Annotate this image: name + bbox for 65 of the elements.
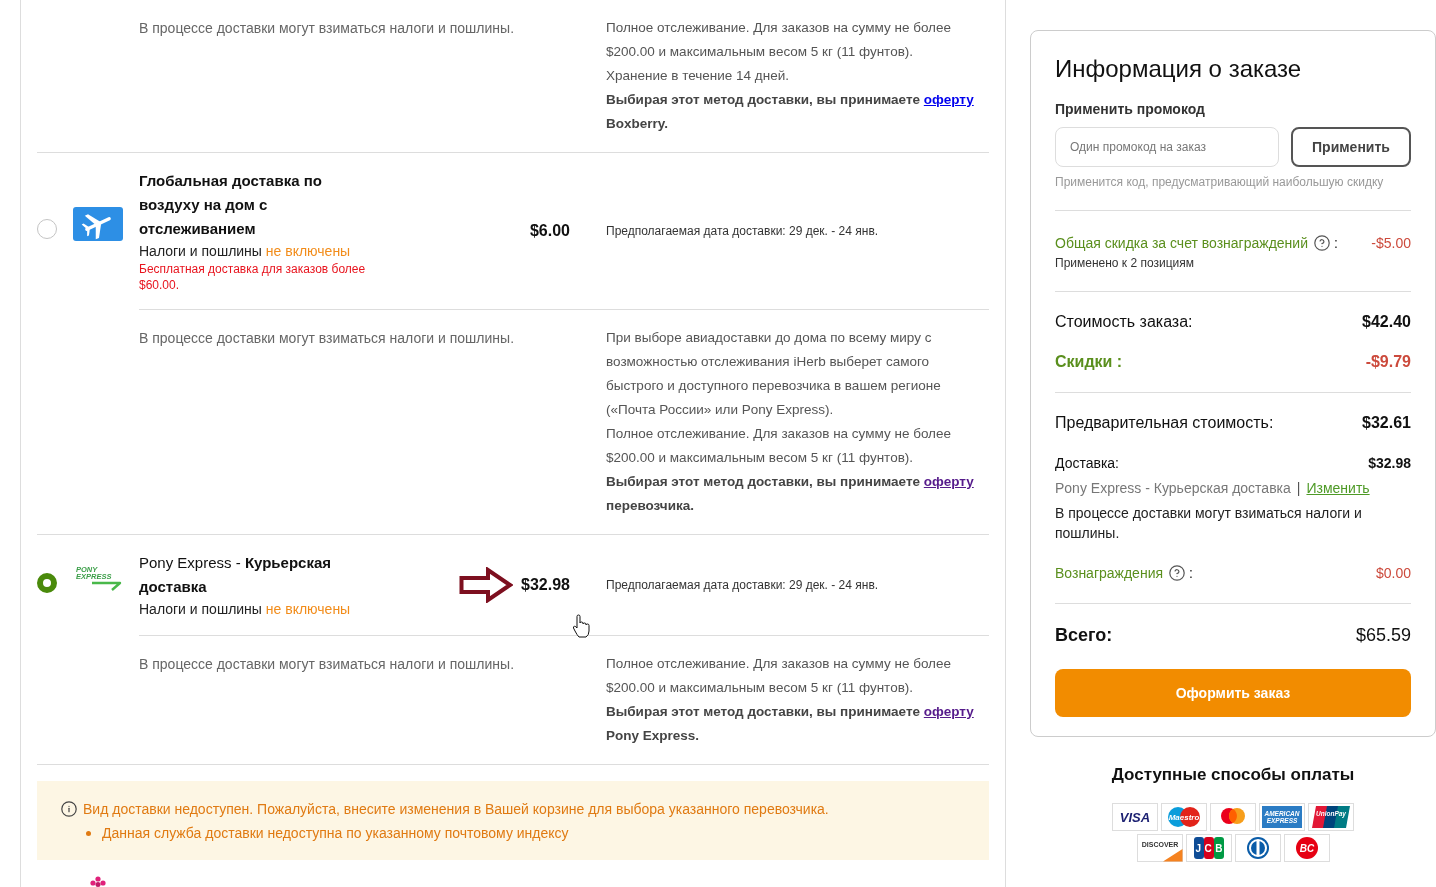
offer-text: Выбирая этот метод доставки, вы принимаете оферту Boxberry. xyxy=(606,91,975,133)
discounts-amount: -$9.79 xyxy=(1365,352,1411,372)
shipping-method: Pony Express - Курьерская доставка xyxy=(1055,479,1291,498)
free-shipping-note: Бесплатная доставка для заказов более $60.00. xyxy=(139,261,367,293)
help-icon[interactable] xyxy=(1169,565,1186,581)
shipping-description: Полное отслеживание. Для заказов на сумму не более $200.00 и максимальным весом 5 кг (11 фунтов). xyxy=(606,19,952,61)
total-amount: $65.59 xyxy=(1355,624,1411,647)
payment-methods-title: Доступные способы оплаты xyxy=(1110,764,1356,786)
delivery-estimate: Предполагаемая дата доставки: 29 дек. - 24 янв. xyxy=(606,577,880,593)
radio-button[interactable] xyxy=(37,219,57,239)
airplane-icon xyxy=(73,207,123,241)
total-label: Всего: xyxy=(1055,624,1113,647)
help-icon[interactable] xyxy=(1314,235,1330,251)
rewards-label: Вознаграждения xyxy=(1055,564,1164,583)
label-colon: : xyxy=(1334,234,1338,253)
shipping-price: $6.00 xyxy=(529,222,570,240)
apply-button[interactable]: Применить xyxy=(1291,127,1411,167)
rewards-discount-label: Общая скидка за счет вознаграждений xyxy=(1055,234,1308,253)
offer-text: Выбирая этот метод доставки, вы принимаете оферту Pony Express. xyxy=(606,703,975,745)
info-icon xyxy=(61,801,77,817)
rewards-discount-note: Применено к 2 позициям xyxy=(1055,255,1196,271)
rewards-discount-amount: -$5.00 xyxy=(1371,234,1411,253)
shipping-description: Полное отслеживание. Для заказов на сумму не более $200.00 и максимальным весом 5 кг (11 фунтов). xyxy=(606,425,952,467)
offer-link[interactable]: оферту xyxy=(923,92,974,107)
subtotal-label: Стоимость заказа: xyxy=(1055,312,1193,332)
change-link[interactable]: Изменить xyxy=(1306,478,1370,498)
hand-cursor-icon xyxy=(572,614,590,638)
overlapping-circles-logo-icon xyxy=(1210,803,1256,831)
separator-text: | xyxy=(1296,479,1301,498)
shipping-label: Доставка: xyxy=(1055,454,1119,473)
alert-message: Вид доставки недоступен. Пожалуйста, внесите изменения в Вашей корзине для выбора указанного перевозчика. xyxy=(83,800,829,819)
flower-logo-icon xyxy=(88,876,108,887)
shipping-description: Хранение в течение 14 дней. xyxy=(606,67,790,85)
shipping-tax-note: В процессе доставки могут взиматься налоги и пошлины. xyxy=(1055,504,1363,543)
bullet-icon xyxy=(86,830,91,836)
tax-note: В процессе доставки могут взиматься налоги и пошлины. xyxy=(139,655,516,674)
shipping-description: При выборе авиадоставки до дома по всему миру с возможностью отслеживания iHerb выберет самого быстрого и доступного перевозчика в вашем регионе («Почта России» или Pony Express). xyxy=(606,329,942,419)
offer-text: Выбирая этот метод доставки, вы принимаете оферту перевозчика. xyxy=(606,473,975,515)
shipping-price: $32.98 xyxy=(521,576,570,594)
rewards-amount: $0.00 xyxy=(1375,564,1411,583)
discounts-label: Скидки : xyxy=(1055,352,1123,372)
promo-label: Применить промокод xyxy=(1055,100,1206,119)
alert-item: Данная служба доставки недоступна по указанному почтовому индексу xyxy=(102,824,569,843)
split-circle-logo-icon xyxy=(1234,834,1281,862)
option-title: Глобальная доставка по воздуху на дом с отслеживанием xyxy=(139,171,323,239)
tax-status: Налоги и пошлины не включены xyxy=(139,600,352,619)
option-title: Pony Express - Курьерская доставка xyxy=(139,553,333,597)
bc-logo: BC xyxy=(1283,834,1330,862)
visa-logo: VISA xyxy=(1112,803,1158,831)
tax-note: В процессе доставки могут взиматься налоги и пошлины. xyxy=(139,19,516,38)
promo-code-field[interactable]: Один промокод на заказ xyxy=(1055,127,1279,167)
tax-status: Налоги и пошлины не включены xyxy=(139,242,352,261)
shipping-amount: $32.98 xyxy=(1368,454,1411,473)
tax-note: В процессе доставки могут взиматься налоги и пошлины. xyxy=(139,329,516,348)
subtotal-amount: $42.40 xyxy=(1362,312,1411,332)
label-colon: : xyxy=(1189,564,1193,583)
promo-hint: Применится код, предусматривающий наибольшую скидку xyxy=(1055,174,1385,190)
pre-total-label: Предварительная стоимость: xyxy=(1055,413,1274,433)
pre-total-amount: $32.61 xyxy=(1362,413,1411,433)
shipping-description: Полное отслеживание. Для заказов на сумму не более $200.00 и максимальным весом 5 кг (11 фунтов). xyxy=(606,655,952,697)
delivery-estimate: Предполагаемая дата доставки: 29 дек. - 24 янв. xyxy=(606,223,880,239)
card-title: Информация о заказе xyxy=(1055,54,1303,84)
offer-link[interactable]: оферту xyxy=(923,704,974,719)
radio-button[interactable] xyxy=(37,573,57,593)
offer-link[interactable]: оферту xyxy=(923,474,974,489)
